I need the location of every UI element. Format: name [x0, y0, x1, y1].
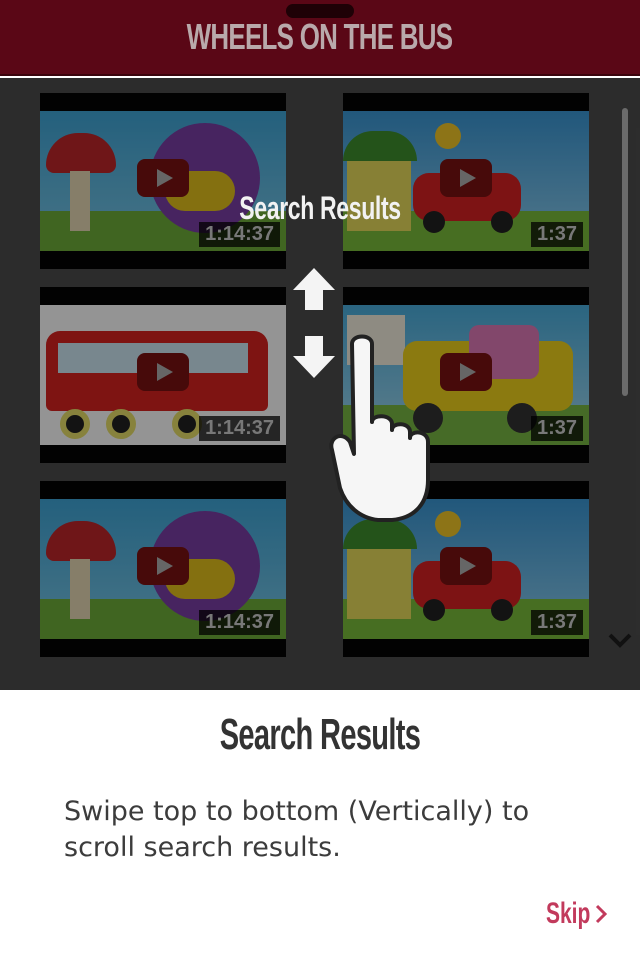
skip-label: Skip: [546, 897, 591, 930]
panel-body: Swipe top to bottom (Vertically) to scro…: [64, 796, 530, 863]
arrow-up-icon: [293, 268, 335, 310]
tutorial-dim-overlay: [0, 78, 640, 690]
overlay-title: Search Results: [239, 190, 401, 226]
chevron-down-icon[interactable]: [604, 626, 636, 658]
scrollbar[interactable]: [622, 108, 628, 396]
search-results-grid[interactable]: 1:14:37 1:37 1:14:37 1:37 1:14:37 1:37 S…: [0, 78, 640, 690]
skip-button[interactable]: Skip: [546, 894, 608, 934]
app-header: WHEELS ON THE BUS: [0, 0, 640, 76]
chevron-right-icon: [595, 904, 608, 924]
panel-title: Search Results: [219, 710, 421, 759]
app-title: WHEELS ON THE BUS: [187, 16, 453, 57]
swipe-hand-icon: [329, 334, 430, 522]
tutorial-panel: Search Results Swipe top to bottom (Vert…: [0, 690, 640, 960]
